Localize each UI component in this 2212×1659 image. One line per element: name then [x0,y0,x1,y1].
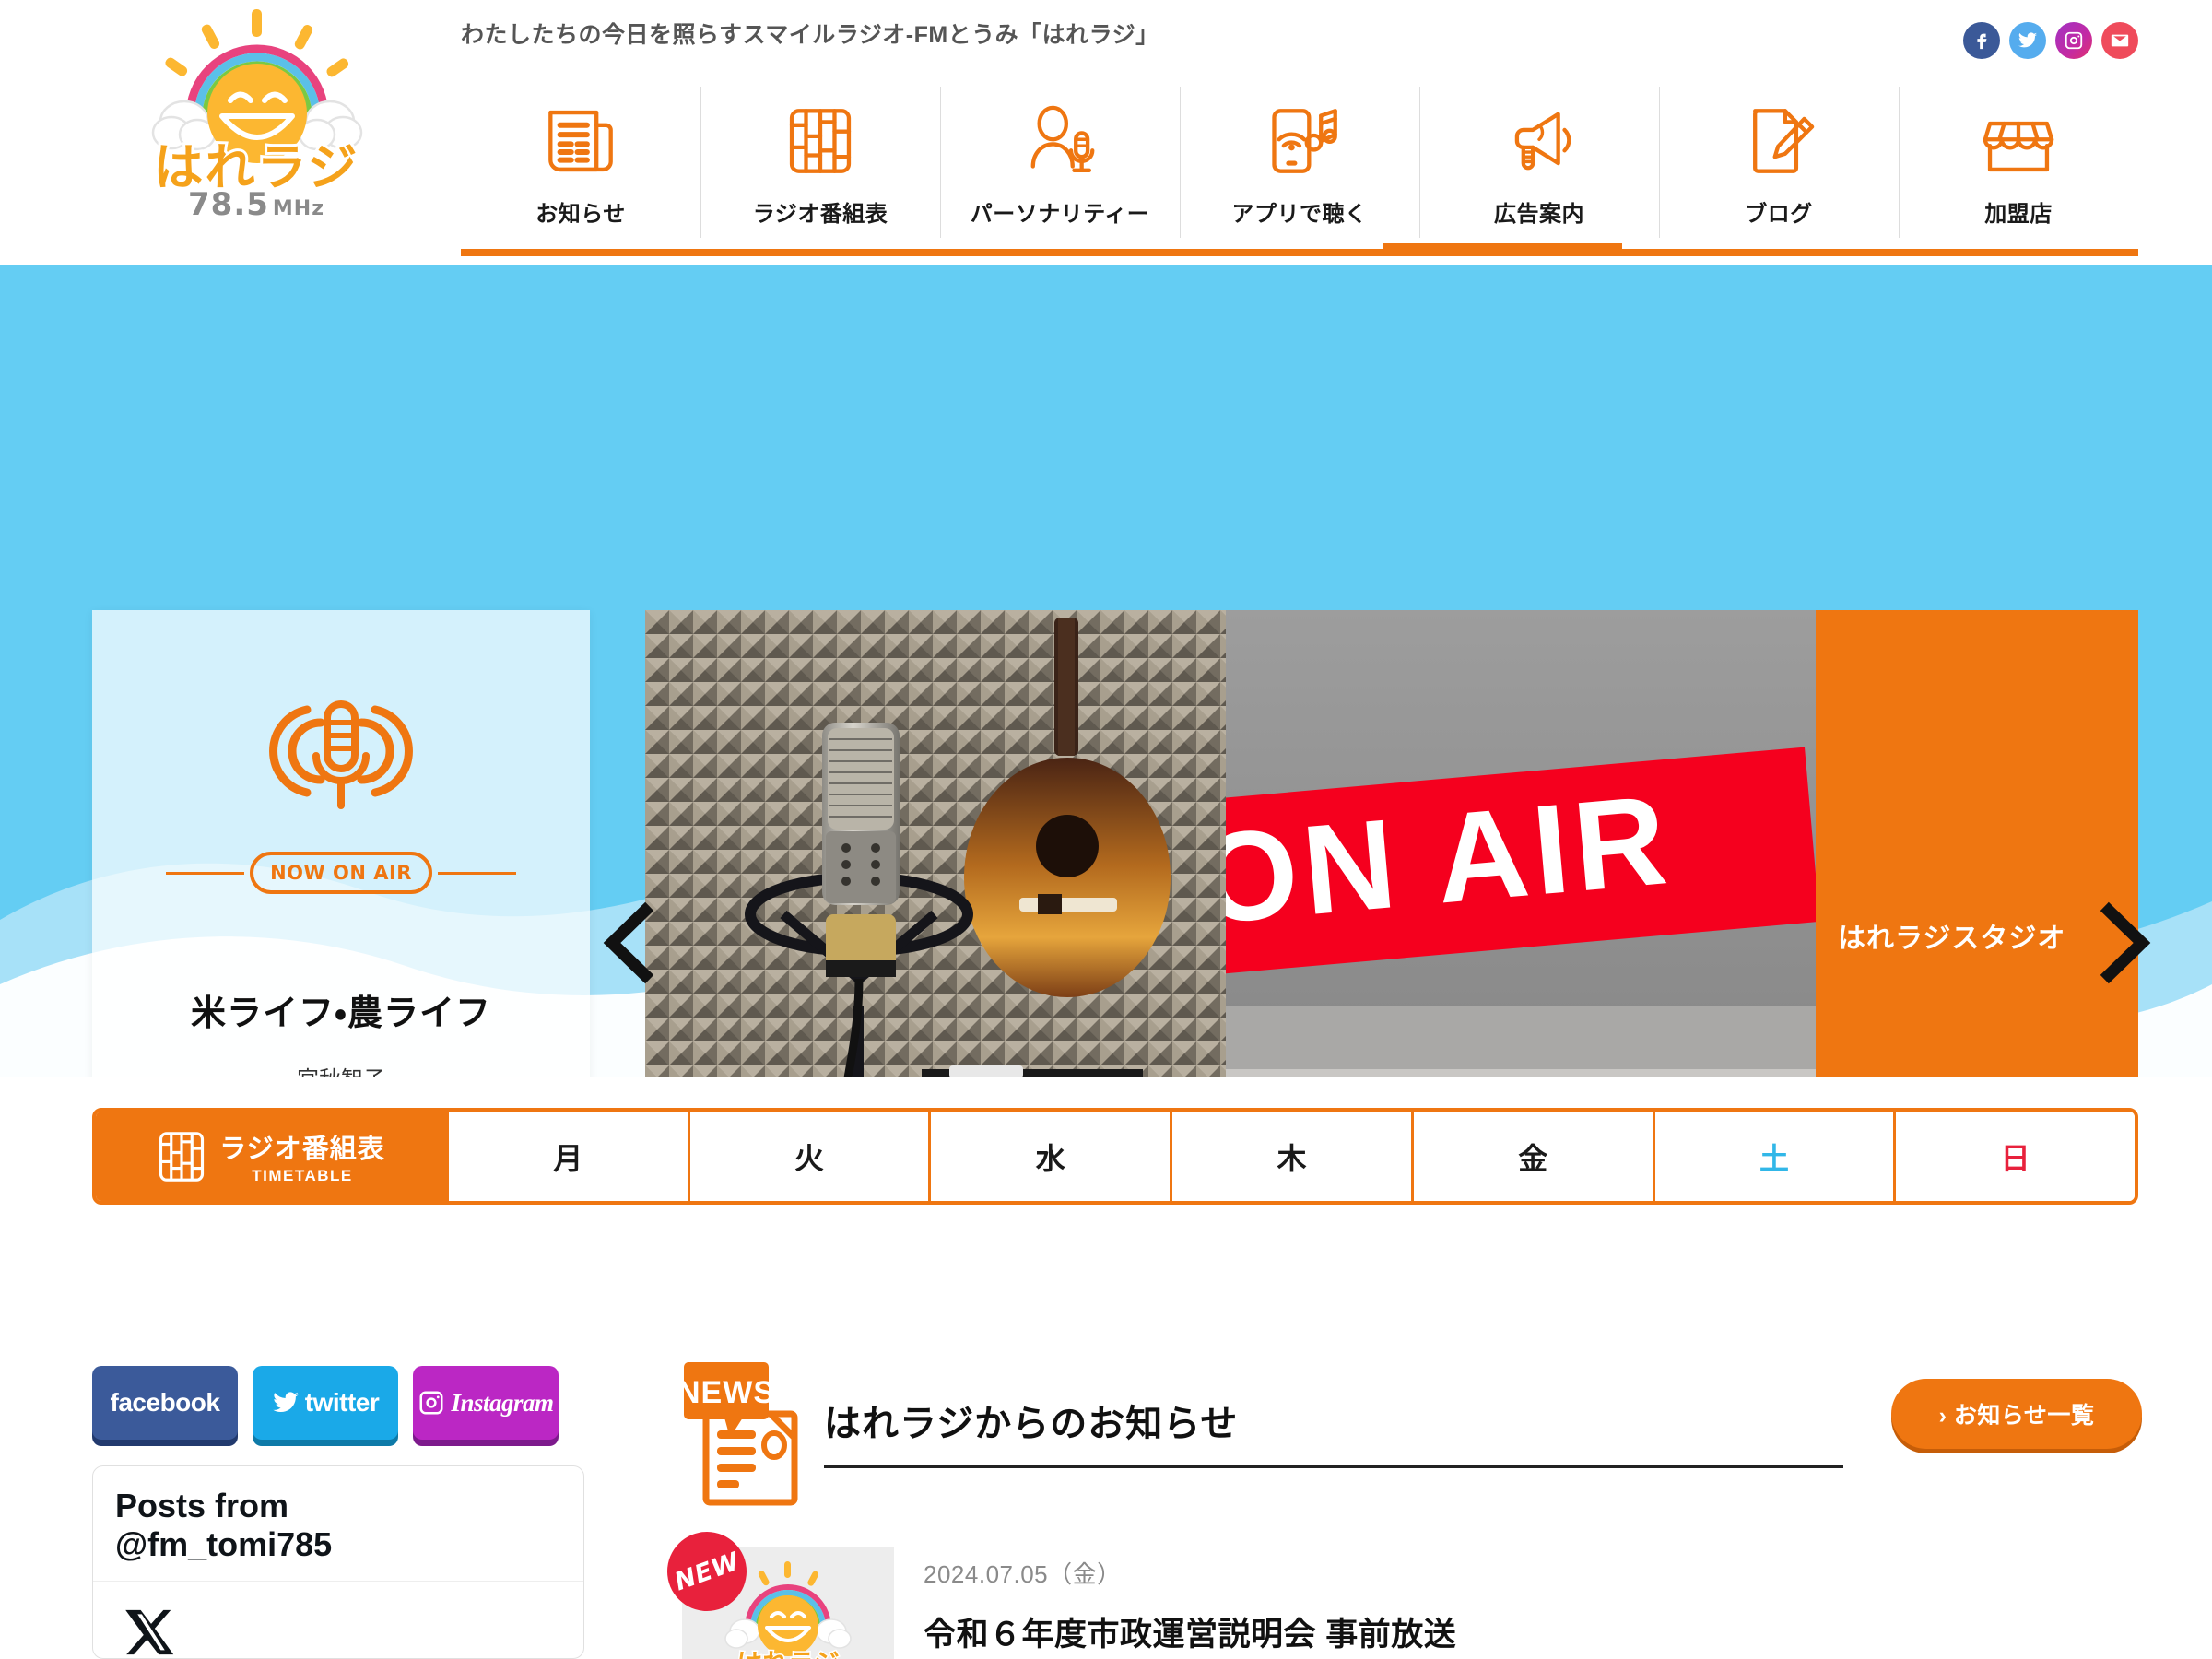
mail-icon[interactable] [2101,22,2138,59]
main-navigation: お知らせ ラジオ番組表 パーソナリティー アプリで聴く 広告案内 ブログ 加盟店 [461,79,2138,254]
hero-slider[interactable]: ON AIR はれラジスタジオ [645,610,2138,1077]
news-item-date: 2024.07.05（金） [924,1560,1122,1588]
news-list-button[interactable]: › お知らせ一覧 [1891,1379,2142,1449]
twitter-button[interactable]: twitter [253,1366,398,1440]
hero-slider-section: NOW ON AIR 米ライフ・農ライフ 宮秋智子 [0,265,2212,1077]
nav-bottom-bar [461,249,2138,256]
svg-text:NEWS: NEWS [682,1375,775,1410]
header-social-links [1963,22,2138,59]
on-air-sign-photo: ON AIR [1226,610,1816,1077]
twitter-icon[interactable] [2009,22,2046,59]
site-logo[interactable]: はれラジ 78.5 MHz [118,7,394,245]
site-header: はれラジ 78.5 MHz わたしたちの今日を照らすスマイルラジオ-FMとうみ「は… [0,0,2212,265]
nav-item-timetable[interactable]: ラジオ番組表 [700,79,940,254]
now-on-air-badge: NOW ON AIR [250,852,432,894]
badge-line-right [437,871,517,875]
sns-button-row: facebook twitter Instagram [92,1366,559,1440]
slide-studio-photo[interactable] [645,610,1226,1077]
timetable-title-ja: ラジオ番組表 [219,1135,385,1164]
twitter-widget-body [93,1582,583,1659]
news-divider [824,1465,1843,1468]
nav-item-member-shops[interactable]: 加盟店 [1899,79,2138,254]
slide-label: はれラジスタジオ [1838,924,2066,954]
timetable-day-thu[interactable]: 木 [1170,1112,1411,1201]
slider-next-button[interactable] [2092,901,2157,984]
news-document-icon: NEWS [682,1362,798,1506]
instagram-icon[interactable] [2055,22,2092,59]
current-program-title: 米ライフ・農ライフ [191,994,491,1033]
twitter-timeline-widget[interactable]: Posts from @fm_tomi785 [92,1465,584,1659]
instagram-button[interactable]: Instagram [413,1366,559,1440]
timetable-title-en: TIMETABLE [252,1167,353,1184]
timetable-bar: ラジオ番組表 TIMETABLE 月 火 水 木 金 土 日 [92,1108,2138,1205]
nav-label: アプリで聴く [1231,202,1368,227]
twitter-button-label: twitter [304,1388,380,1417]
nav-item-app[interactable]: アプリで聴く [1180,79,1419,254]
badge-line-left [166,871,245,875]
pencil-paper-icon [1739,92,1818,190]
nav-label: お知らせ [535,202,626,227]
twitter-widget-line1: Posts from [115,1487,289,1524]
new-badge-label: NEW [670,1547,744,1596]
nav-item-personality[interactable]: パーソナリティー [940,79,1180,254]
radio-mic-waves-icon [269,700,413,809]
slider-prev-button[interactable] [597,901,662,984]
now-on-air-badge-row: NOW ON AIR [166,852,517,894]
timetable-day-tue[interactable]: 火 [687,1112,929,1201]
news-list-item[interactable]: NEW 2024.07.05（金） 令和６年度市政運営説明会 事前放送 [667,1532,1880,1659]
instagram-icon [419,1391,443,1415]
x-logo-icon [125,1609,174,1654]
timetable-section: ラジオ番組表 TIMETABLE 月 火 水 木 金 土 日 [0,1077,2212,1353]
timetable-day-fri[interactable]: 金 [1410,1112,1653,1201]
timetable-day-wed[interactable]: 水 [928,1112,1171,1201]
nav-label: 加盟店 [1984,202,2053,227]
logo-frequency: 78.5 MHz [188,186,324,223]
instagram-button-label: Instagram [451,1388,554,1417]
svg-text:はれラジ: はれラジ [736,1649,839,1659]
slide-on-air-photo[interactable]: ON AIR [1226,610,1816,1077]
nav-item-news[interactable]: お知らせ [461,79,700,254]
twitter-bird-icon [273,1392,299,1413]
timetable-grid-icon [159,1131,205,1182]
now-on-air-card[interactable]: NOW ON AIR 米ライフ・農ライフ 宮秋智子 [92,610,590,1077]
slide-hareraji-studio[interactable]: はれラジスタジオ [1816,610,2138,1077]
nav-active-indicator [1382,243,1622,256]
lower-section: facebook twitter Instagram Posts from @f… [0,1353,2212,1659]
nav-item-blog[interactable]: ブログ [1659,79,1899,254]
nav-label: ブログ [1745,202,1813,227]
phone-music-icon [1260,92,1339,190]
nav-item-advertising[interactable]: 広告案内 [1419,79,1659,254]
timetable-day-sat[interactable]: 土 [1652,1112,1894,1201]
person-microphone-icon [1020,92,1100,190]
current-program-host: 宮秋智子 [297,1061,385,1077]
news-section-header: NEWS はれラジからのお知らせ [682,1353,1843,1508]
news-section-title: はれラジからのお知らせ [824,1404,1239,1444]
shop-awning-icon [1979,92,2058,190]
timetable-day-sun[interactable]: 日 [1893,1112,2135,1201]
nav-label: ラジオ番組表 [752,202,888,227]
timetable-day-mon[interactable]: 月 [446,1112,688,1201]
news-paper-icon [541,92,620,190]
timetable-grid-icon [781,92,860,190]
timetable-label[interactable]: ラジオ番組表 TIMETABLE [96,1112,446,1201]
news-item-headline[interactable]: 令和６年度市政運営説明会 事前放送 [924,1608,1456,1655]
studio-microphone-photo [645,610,1226,1077]
site-tagline: わたしたちの今日を照らすスマイルラジオ-FMとうみ「はれラジ」 [461,22,1159,48]
facebook-button[interactable]: facebook [92,1366,238,1440]
facebook-icon[interactable] [1963,22,2000,59]
megaphone-icon [1500,92,1579,190]
nav-label: パーソナリティー [970,202,1150,227]
svg-text:はれラジ: はれラジ [154,140,359,192]
nav-label: 広告案内 [1494,202,1584,227]
new-badge: NEW [667,1532,747,1611]
facebook-button-label: facebook [110,1388,220,1417]
hareraji-logo-icon: はれラジ [151,9,363,192]
twitter-widget-header: Posts from @fm_tomi785 [93,1466,583,1582]
twitter-widget-line2: @fm_tomi785 [115,1524,333,1563]
